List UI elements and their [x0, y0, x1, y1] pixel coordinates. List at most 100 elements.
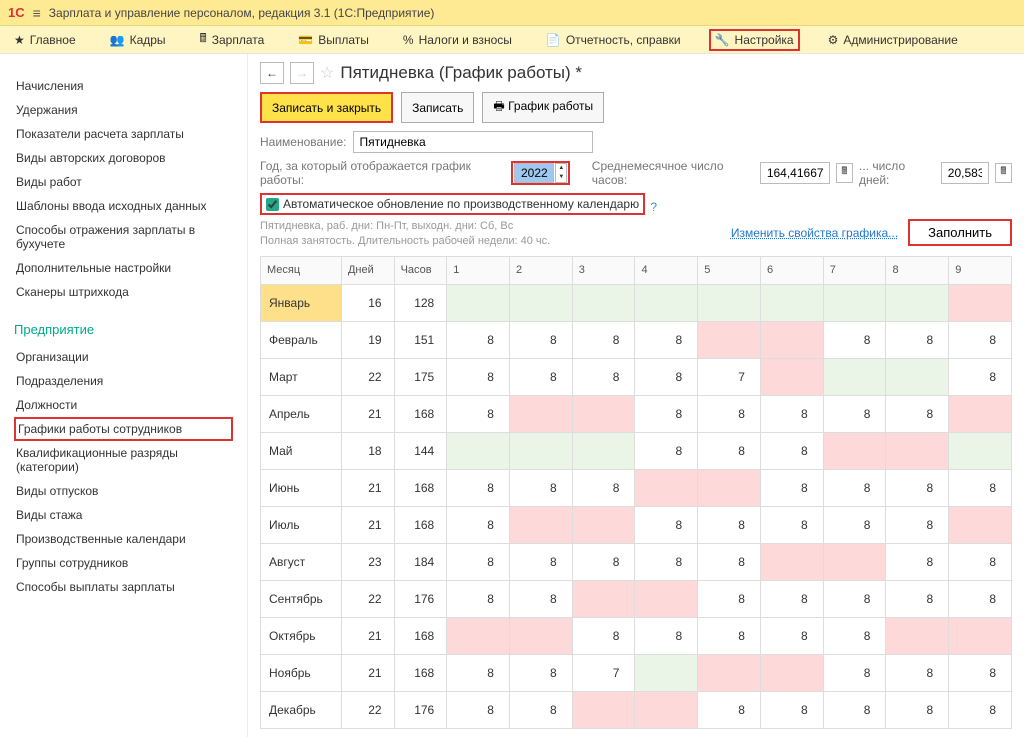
day-cell[interactable]: 8 [949, 580, 1012, 617]
sidebar-item[interactable]: Удержания [14, 98, 233, 122]
favorite-star-icon[interactable]: ☆ [320, 63, 334, 83]
menu-taxes[interactable]: %Налоги и взносы [397, 29, 518, 51]
avg-days-input[interactable] [941, 162, 989, 184]
day-cell[interactable]: 8 [698, 432, 761, 469]
day-cell[interactable] [698, 469, 761, 506]
day-cell[interactable]: 8 [635, 358, 698, 395]
day-cell[interactable]: 8 [572, 358, 635, 395]
day-cell[interactable] [635, 284, 698, 321]
sidebar-item[interactable]: Дополнительные настройки [14, 256, 233, 280]
day-cell[interactable]: 8 [886, 469, 949, 506]
sidebar-item[interactable]: Начисления [14, 74, 233, 98]
month-cell[interactable]: Май [261, 432, 342, 469]
month-cell[interactable]: Февраль [261, 321, 342, 358]
sidebar-item[interactable]: Графики работы сотрудников [14, 417, 233, 441]
hours-cell[interactable]: 168 [394, 469, 447, 506]
days-cell[interactable]: 22 [341, 580, 394, 617]
sidebar-item[interactable]: Виды работ [14, 170, 233, 194]
day-cell[interactable]: 8 [823, 506, 886, 543]
day-cell[interactable] [509, 432, 572, 469]
day-cell[interactable]: 8 [886, 321, 949, 358]
hours-cell[interactable]: 175 [394, 358, 447, 395]
day-cell[interactable] [949, 617, 1012, 654]
avg-hours-input[interactable] [760, 162, 830, 184]
day-cell[interactable]: 8 [760, 395, 823, 432]
day-cell[interactable]: 8 [823, 654, 886, 691]
day-cell[interactable]: 8 [509, 654, 572, 691]
days-cell[interactable]: 22 [341, 358, 394, 395]
grid-header[interactable]: Месяц [261, 256, 342, 284]
menu-reports[interactable]: 📄Отчетность, справки [540, 29, 687, 51]
change-properties-link[interactable]: Изменить свойства графика... [731, 226, 898, 240]
day-cell[interactable] [886, 617, 949, 654]
month-cell[interactable]: Август [261, 543, 342, 580]
sidebar-item[interactable]: Виды авторских договоров [14, 146, 233, 170]
month-cell[interactable]: Июнь [261, 469, 342, 506]
grid-row[interactable]: Май18144888 [261, 432, 1012, 469]
grid-row[interactable]: Декабрь221768888888 [261, 691, 1012, 728]
day-cell[interactable] [572, 580, 635, 617]
sidebar-item[interactable]: Должности [14, 393, 233, 417]
hours-cell[interactable]: 168 [394, 617, 447, 654]
day-cell[interactable]: 8 [760, 691, 823, 728]
fill-button[interactable]: Заполнить [908, 219, 1012, 246]
day-cell[interactable]: 8 [447, 580, 510, 617]
day-cell[interactable]: 8 [949, 543, 1012, 580]
day-cell[interactable]: 8 [509, 580, 572, 617]
day-cell[interactable]: 8 [886, 654, 949, 691]
hours-cell[interactable]: 151 [394, 321, 447, 358]
day-cell[interactable]: 8 [886, 395, 949, 432]
day-cell[interactable]: 8 [698, 506, 761, 543]
day-cell[interactable]: 8 [572, 543, 635, 580]
day-cell[interactable]: 8 [698, 580, 761, 617]
day-cell[interactable] [698, 321, 761, 358]
days-cell[interactable]: 21 [341, 506, 394, 543]
day-cell[interactable]: 8 [760, 617, 823, 654]
grid-header[interactable]: 4 [635, 256, 698, 284]
day-cell[interactable]: 8 [823, 395, 886, 432]
day-cell[interactable]: 8 [949, 321, 1012, 358]
menu-settings[interactable]: 🔧Настройка [709, 29, 800, 51]
day-cell[interactable] [635, 469, 698, 506]
days-cell[interactable]: 19 [341, 321, 394, 358]
day-cell[interactable] [760, 654, 823, 691]
day-cell[interactable]: 8 [760, 506, 823, 543]
day-cell[interactable]: 8 [509, 543, 572, 580]
day-cell[interactable]: 8 [823, 617, 886, 654]
day-cell[interactable] [509, 395, 572, 432]
day-cell[interactable] [509, 506, 572, 543]
day-cell[interactable]: 8 [572, 617, 635, 654]
day-cell[interactable]: 8 [698, 691, 761, 728]
days-cell[interactable]: 21 [341, 617, 394, 654]
day-cell[interactable]: 8 [886, 506, 949, 543]
month-cell[interactable]: Январь [261, 284, 342, 321]
grid-header[interactable]: 7 [823, 256, 886, 284]
grid-header[interactable]: 5 [698, 256, 761, 284]
sidebar-item[interactable]: Способы отражения зарплаты в бухучете [14, 218, 233, 256]
day-cell[interactable]: 8 [823, 580, 886, 617]
save-and-close-button[interactable]: Записать и закрыть [260, 92, 393, 123]
sidebar-item[interactable]: Показатели расчета зарплаты [14, 122, 233, 146]
grid-header[interactable]: 1 [447, 256, 510, 284]
sidebar-item[interactable]: Квалификационные разряды (категории) [14, 441, 233, 479]
menu-payments[interactable]: 💳Выплаты [292, 29, 375, 51]
grid-row[interactable]: Февраль191518888888 [261, 321, 1012, 358]
sidebar-item[interactable]: Сканеры штрихкода [14, 280, 233, 304]
day-cell[interactable] [572, 395, 635, 432]
month-cell[interactable]: Март [261, 358, 342, 395]
day-cell[interactable] [572, 284, 635, 321]
day-cell[interactable] [949, 506, 1012, 543]
grid-header[interactable]: 8 [886, 256, 949, 284]
day-cell[interactable] [447, 284, 510, 321]
day-cell[interactable] [760, 543, 823, 580]
day-cell[interactable]: 8 [509, 358, 572, 395]
sidebar-item[interactable]: Способы выплаты зарплаты [14, 575, 233, 599]
day-cell[interactable]: 8 [949, 469, 1012, 506]
sidebar-item[interactable]: Шаблоны ввода исходных данных [14, 194, 233, 218]
day-cell[interactable]: 8 [635, 432, 698, 469]
days-cell[interactable]: 22 [341, 691, 394, 728]
day-cell[interactable]: 8 [635, 506, 698, 543]
day-cell[interactable]: 8 [823, 321, 886, 358]
save-button[interactable]: Записать [401, 92, 474, 123]
avg-days-calc-button[interactable]: 🖩 [995, 163, 1012, 183]
